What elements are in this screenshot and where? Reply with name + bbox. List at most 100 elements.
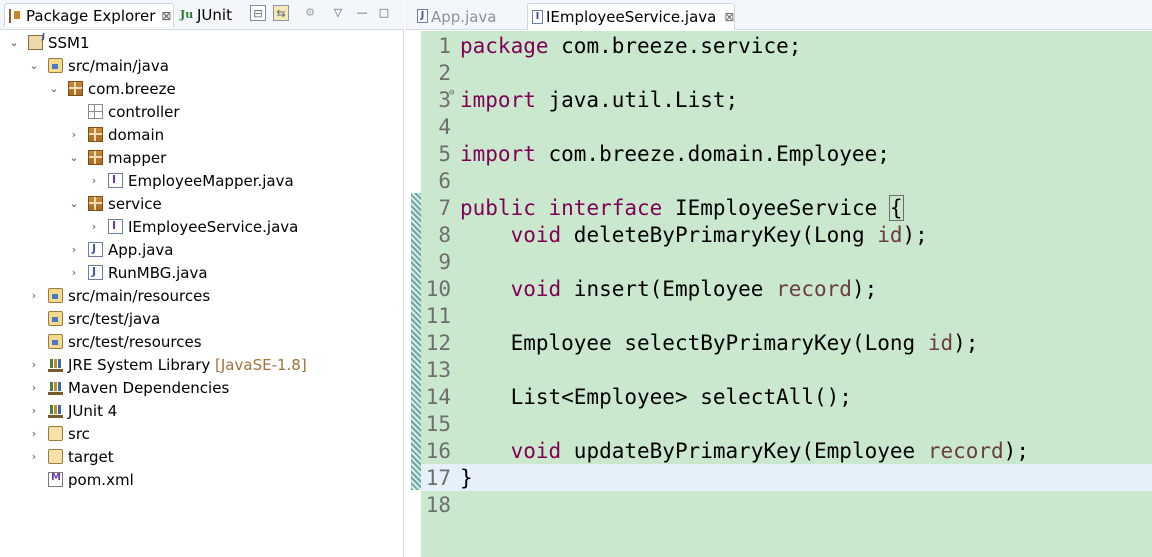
chevron-right-icon[interactable]: › <box>68 266 80 279</box>
chevron-right-icon[interactable]: › <box>88 220 100 233</box>
maximize-icon[interactable]: □ <box>376 5 392 21</box>
chevron-right-icon[interactable]: › <box>28 358 40 371</box>
code-keyword: package <box>460 33 549 58</box>
code-line[interactable]: 6 <box>421 167 1152 194</box>
package-icon <box>88 150 103 165</box>
code-line[interactable]: 14 List<Employee> selectAll(); <box>421 383 1152 410</box>
code-text: } <box>460 466 473 490</box>
tree-item-label: src/test/resources <box>68 332 202 351</box>
chevron-right-icon[interactable]: › <box>88 174 100 187</box>
library-icon <box>48 403 63 418</box>
code-line[interactable]: 1 package com.breeze.service; <box>421 32 1152 59</box>
code-line[interactable]: 3 ⊖ import java.util.List; <box>421 86 1152 113</box>
folder-icon <box>48 449 63 464</box>
code-keyword: interface <box>548 195 663 220</box>
focus-on-active-task-icon[interactable]: ⚙ <box>302 5 318 21</box>
chevron-right-icon[interactable]: › <box>28 289 40 302</box>
code-area[interactable]: 1 package com.breeze.service; 2 3 ⊖ import ja… <box>421 31 1152 557</box>
code-line[interactable]: 7 public interface IEmployeeService { <box>421 194 1152 221</box>
tree-item-label: EmployeeMapper.java <box>128 171 294 190</box>
code-parameter: id <box>927 330 954 355</box>
code-line[interactable]: 9 <box>421 248 1152 275</box>
interface-file-icon: I <box>532 10 543 24</box>
code-segment: updateByPrimaryKey(Employee <box>561 438 928 463</box>
code-text: void deleteByPrimaryKey(Long id); <box>460 223 928 247</box>
close-icon[interactable]: ⊠ <box>161 9 171 23</box>
code-line[interactable]: 13 <box>421 356 1152 383</box>
editor-text-area[interactable]: 1 package com.breeze.service; 2 3 ⊖ import ja… <box>405 31 1152 557</box>
tree-item-label: RunMBG.java <box>108 263 208 282</box>
minimize-icon[interactable]: — <box>354 5 370 21</box>
library-name: JRE System Library <box>68 355 211 374</box>
tree-item-label: mapper <box>108 148 167 167</box>
code-segment: } <box>460 465 473 490</box>
line-number: 9 <box>438 249 451 274</box>
java-file-icon: J <box>417 9 428 23</box>
tree-item-label: src/main/resources <box>68 286 211 305</box>
code-line[interactable]: 16 void updateByPrimaryKey(Employee reco… <box>421 437 1152 464</box>
chevron-right-icon[interactable]: › <box>28 427 40 440</box>
chevron-right-icon[interactable]: › <box>28 450 40 463</box>
code-text: void updateByPrimaryKey(Employee record)… <box>460 439 1029 463</box>
code-segment: ); <box>953 330 979 355</box>
code-line[interactable]: 8 void deleteByPrimaryKey(Long id); <box>421 221 1152 248</box>
tree-item-label: domain <box>108 125 165 144</box>
editor-tab-app-java[interactable]: J App.java <box>413 3 531 30</box>
code-line[interactable]: 5 import com.breeze.domain.Employee; <box>421 140 1152 167</box>
fold-collapse-icon[interactable]: ⊖ <box>449 88 454 98</box>
close-icon[interactable]: ⊠ <box>724 10 734 24</box>
code-parameter: id <box>877 222 903 247</box>
matching-bracket: { <box>888 194 904 221</box>
interface-file-icon <box>108 173 123 188</box>
code-line[interactable]: 12 Employee selectByPrimaryKey(Long id); <box>421 329 1152 356</box>
chevron-down-icon[interactable]: ⌄ <box>68 197 80 210</box>
code-segment: ); <box>851 276 878 301</box>
code-segment: deleteByPrimaryKey(Long <box>561 222 878 247</box>
code-keyword: import <box>460 87 536 112</box>
tree-item-label: IEmployeeService.java <box>128 217 299 236</box>
code-line[interactable]: 18 <box>421 491 1152 518</box>
line-number: 3 <box>438 87 451 112</box>
line-number: 15 <box>425 411 451 436</box>
code-keyword: void <box>510 276 562 301</box>
tab-package-explorer[interactable]: Package Explorer ⊠ <box>4 3 174 27</box>
code-text: package com.breeze.service; <box>460 34 801 58</box>
code-parameter: record <box>927 438 1004 463</box>
java-file-icon <box>88 242 103 257</box>
editor-tab-iemployeeservice-java[interactable]: I IEmployeeService.java ⊠ <box>527 3 735 30</box>
line-number: 7 <box>438 195 451 220</box>
package-explorer-view: Package Explorer ⊠ Ju JUnit ⊟ ⇆ ⚙ ▽ — □ … <box>0 0 404 557</box>
code-line[interactable]: 10 void insert(Employee record); <box>421 275 1152 302</box>
code-keyword: void <box>510 222 562 247</box>
tree-item-label: JRE System Library [JavaSE-1.8] <box>68 356 307 374</box>
chevron-right-icon[interactable]: › <box>68 243 80 256</box>
code-line[interactable]: 17} <box>421 464 1152 491</box>
library-icon <box>48 357 63 372</box>
line-number: 16 <box>425 438 451 463</box>
tree-item-label: target <box>68 447 114 466</box>
chevron-down-icon[interactable]: ⌄ <box>8 36 20 49</box>
code-keyword: public <box>460 195 536 220</box>
code-line[interactable]: 4 <box>421 113 1152 140</box>
chevron-right-icon[interactable]: › <box>28 381 40 394</box>
chevron-right-icon[interactable]: › <box>68 128 80 141</box>
change-bar-ruler <box>411 193 421 490</box>
link-with-editor-icon[interactable]: ⇆ <box>273 5 289 21</box>
collapse-all-icon[interactable]: ⊟ <box>250 5 266 21</box>
source-folder-icon <box>48 334 63 349</box>
maven-pom-file-icon <box>48 472 63 487</box>
line-number: 6 <box>438 168 451 193</box>
code-line[interactable]: 2 <box>421 59 1152 86</box>
tree-item-label: controller <box>108 102 180 121</box>
view-menu-icon[interactable]: ▽ <box>330 5 346 21</box>
code-line[interactable]: 11 <box>421 302 1152 329</box>
tab-junit[interactable]: Ju JUnit <box>178 3 240 27</box>
code-segment: Employee selectByPrimaryKey(Long <box>510 330 928 355</box>
code-line[interactable]: 15 <box>421 410 1152 437</box>
chevron-down-icon[interactable]: ⌄ <box>48 82 60 95</box>
chevron-right-icon[interactable]: › <box>28 404 40 417</box>
chevron-down-icon[interactable]: ⌄ <box>28 59 40 72</box>
chevron-down-icon[interactable]: ⌄ <box>68 151 80 164</box>
